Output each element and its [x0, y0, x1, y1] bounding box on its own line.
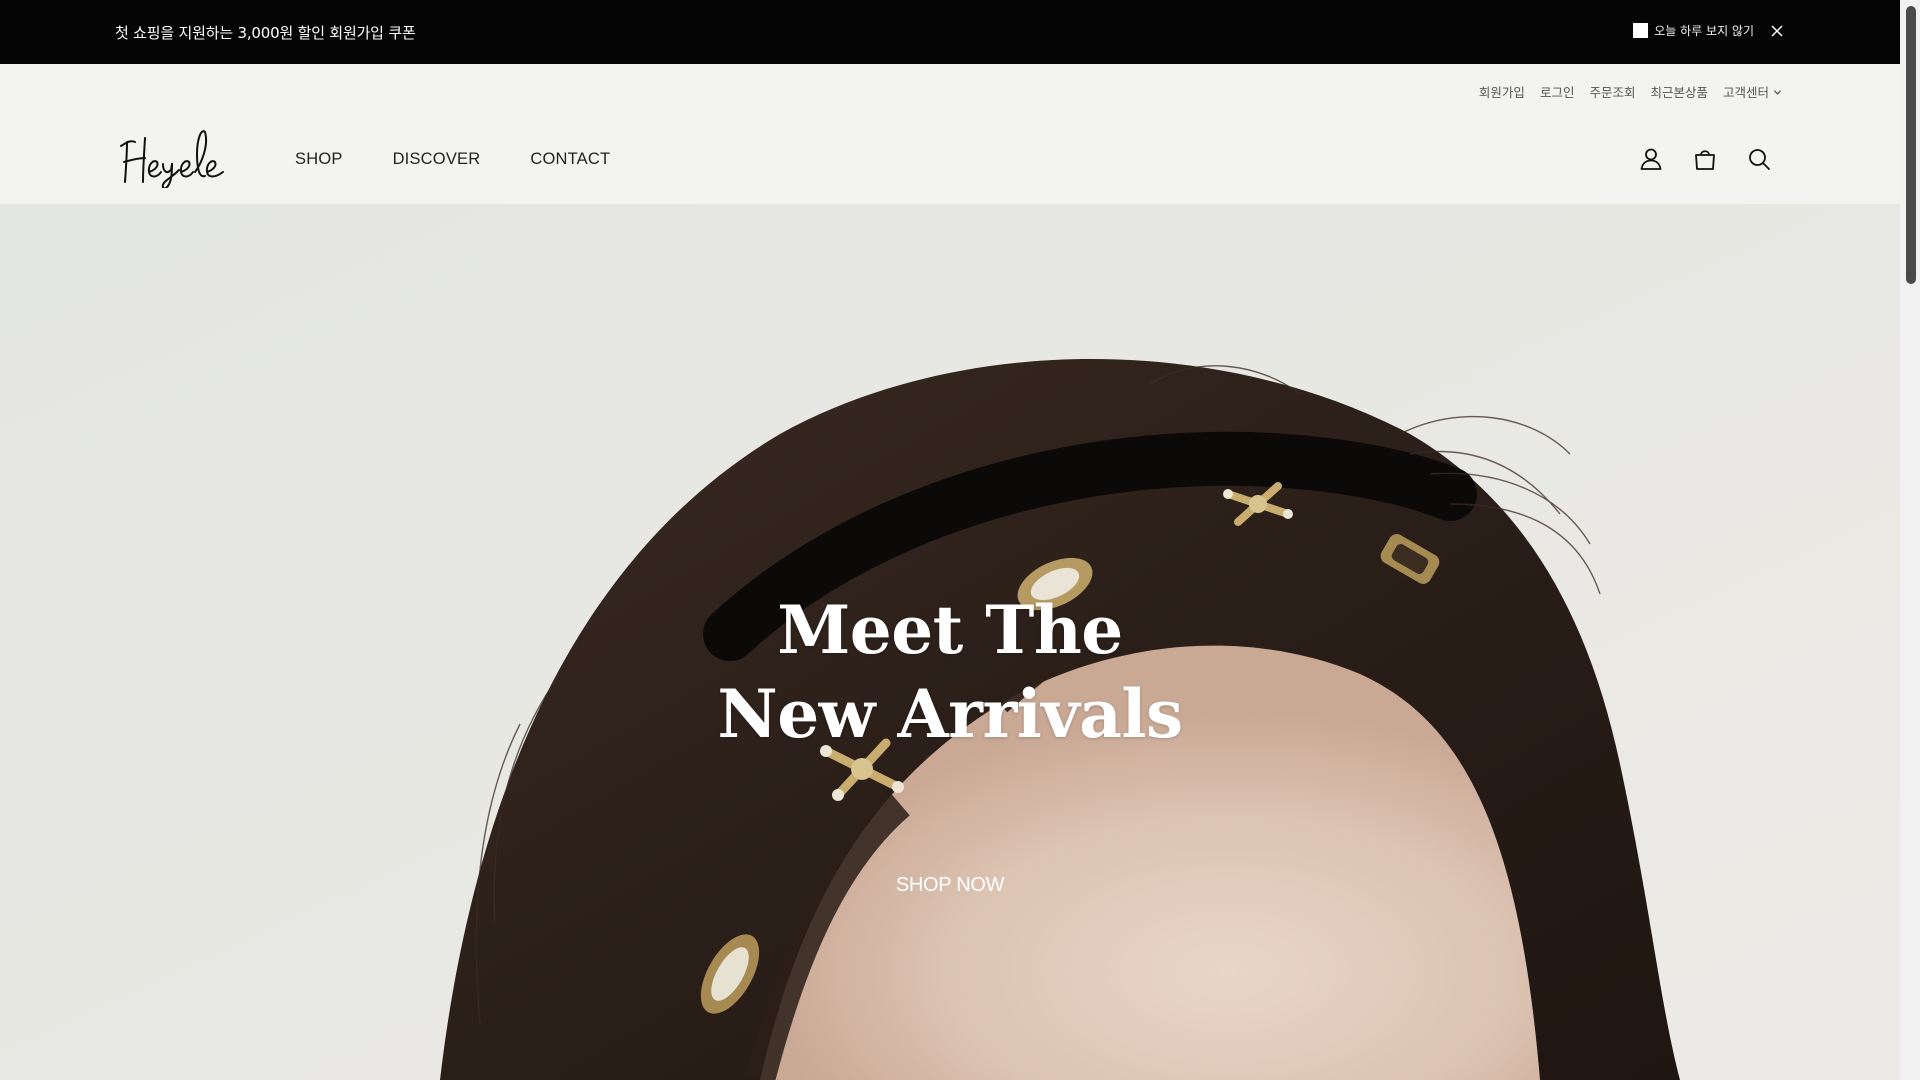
nav-contact[interactable]: CONTACT — [530, 150, 610, 169]
scrollbar-thumb[interactable] — [1906, 6, 1916, 284]
main-nav: SHOP DISCOVER CONTACT — [295, 150, 660, 169]
page-scrollbar[interactable] — [1900, 0, 1920, 1080]
nav-discover[interactable]: DISCOVER — [393, 150, 481, 169]
hero-banner[interactable]: Meet The New Arrivals SHOP NOW — [0, 204, 1900, 1080]
customer-center-dropdown[interactable]: 고객센터 — [1723, 82, 1782, 101]
signup-link[interactable]: 회원가입 — [1479, 82, 1525, 101]
close-icon[interactable] — [1770, 24, 1784, 38]
shop-now-label[interactable]: SHOP NOW — [896, 874, 1005, 896]
customer-center-label: 고객센터 — [1722, 85, 1769, 100]
hide-today-label[interactable]: 오늘 하루 보지 않기 — [1654, 22, 1754, 39]
hero-title-line1: Meet The — [777, 591, 1123, 669]
chevron-down-icon — [1773, 89, 1782, 95]
login-link[interactable]: 로그인 — [1540, 82, 1575, 101]
search-icon[interactable] — [1746, 146, 1772, 172]
page: 첫 쇼핑을 지원하는 3,000원 할인 회원가입 쿠폰 오늘 하루 보지 않기… — [0, 0, 1920, 1080]
recent-viewed-link[interactable]: 최근본상품 — [1650, 82, 1708, 101]
nav-shop[interactable]: SHOP — [295, 150, 343, 169]
header-icons — [1638, 146, 1772, 172]
site-header: 회원가입 로그인 주문조회 최근본상품 고객센터 SHOP DISCOVER C… — [0, 64, 1900, 204]
brand-logo[interactable] — [117, 124, 245, 190]
order-lookup-link[interactable]: 주문조회 — [1589, 82, 1635, 101]
shopping-bag-icon[interactable] — [1692, 146, 1718, 172]
promo-bar: 첫 쇼핑을 지원하는 3,000원 할인 회원가입 쿠폰 오늘 하루 보지 않기 — [0, 0, 1900, 64]
promo-text[interactable]: 첫 쇼핑을 지원하는 3,000원 할인 회원가입 쿠폰 — [115, 22, 416, 43]
hero-title: Meet The New Arrivals — [0, 588, 1900, 756]
hide-today-option[interactable]: 오늘 하루 보지 않기 — [1633, 22, 1754, 39]
hide-today-checkbox[interactable] — [1633, 23, 1649, 38]
utility-nav: 회원가입 로그인 주문조회 최근본상품 고객센터 — [1479, 82, 1782, 101]
hero-title-line2: New Arrivals — [717, 675, 1183, 753]
user-icon[interactable] — [1638, 146, 1664, 172]
logo-wordmark — [120, 130, 224, 190]
shop-now-link[interactable]: SHOP NOW — [0, 874, 1900, 897]
